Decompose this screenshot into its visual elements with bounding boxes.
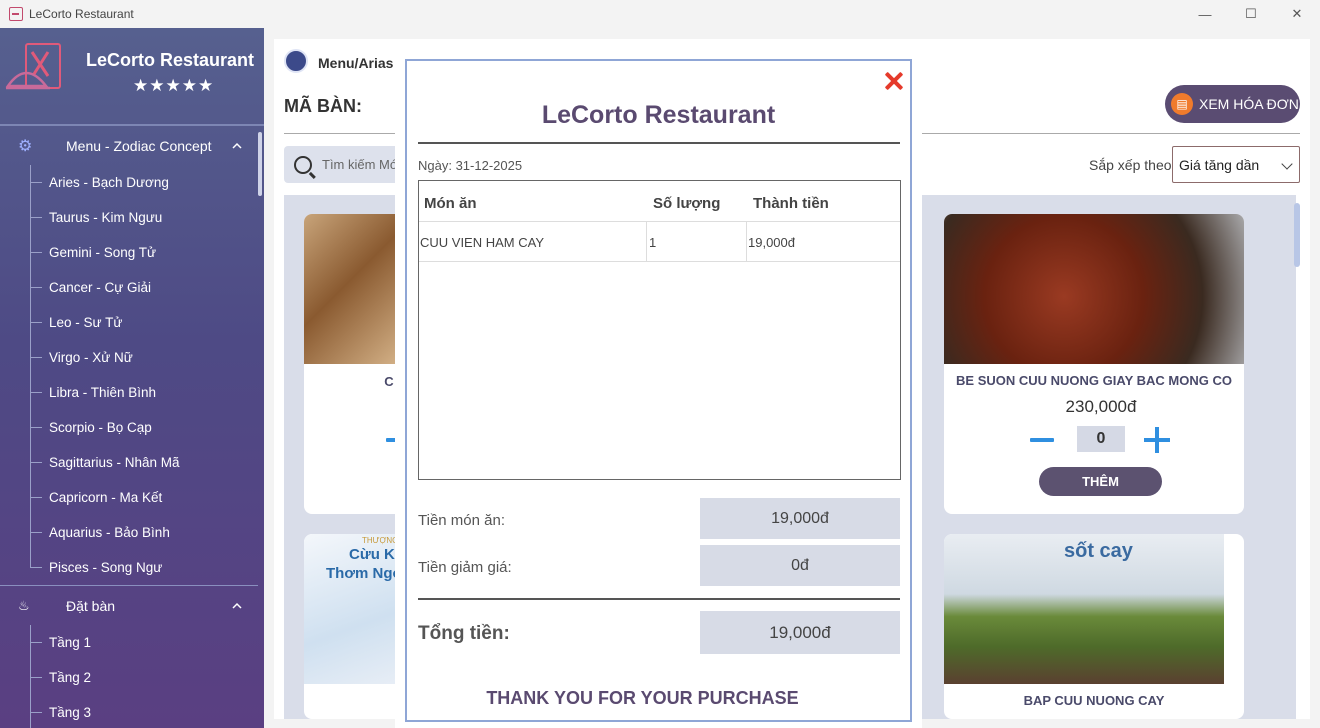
qty-plus-icon[interactable] — [1144, 427, 1170, 453]
lamb-promo-image: THƯỢNG T Cừu Kung Thơm Ngon Ki — [304, 534, 404, 684]
discount-value: 0đ — [700, 545, 900, 586]
add-to-order-button[interactable]: THÊM — [1039, 467, 1162, 496]
window-close-button[interactable]: ✕ — [1274, 0, 1320, 28]
dish-banner-text: sốt cay — [1064, 540, 1133, 562]
brand-header: LeCorto Restaurant ★★★★★ — [0, 28, 264, 126]
column-header-qty: Số lượng — [653, 195, 721, 212]
booking-section-label: Đặt bàn — [66, 598, 116, 614]
brand-name: LeCorto Restaurant — [86, 50, 255, 70]
food-total-value: 19,000đ — [700, 498, 900, 539]
sidebar-item-sagittarius[interactable]: Sagittarius - Nhân Mã — [30, 445, 258, 480]
sidebar-item-libra[interactable]: Libra - Thiên Bình — [30, 375, 258, 410]
sidebar-item-virgo[interactable]: Virgo - Xử Nữ — [30, 340, 258, 375]
aries-zodiac-icon — [284, 49, 308, 73]
qty-value[interactable]: 0 — [1077, 426, 1125, 452]
chevron-up-icon[interactable] — [232, 601, 242, 611]
invoice-title: LeCorto Restaurant — [541, 101, 776, 129]
rating-stars: ★★★★★ — [133, 76, 215, 95]
view-bill-button[interactable]: ▤ XEM HÓA ĐƠN — [1165, 85, 1300, 123]
menu-section-header[interactable]: ⚙ Menu - Zodiac Concept — [0, 128, 258, 164]
section-divider — [0, 585, 258, 586]
sort-label: Sắp xếp theo — [1089, 157, 1172, 173]
sidebar-item-pisces[interactable]: Pisces - Song Ngư — [30, 550, 258, 585]
invoice-dialog: LeCorto Restaurant Ngày: 31-12-2025 Món … — [405, 59, 912, 722]
food-card: BE SUON CUU NUONG GIAY BAC MONG CO 230,0… — [944, 214, 1244, 514]
row-divider — [419, 261, 900, 262]
sidebar-item-leo[interactable]: Leo - Sư Tử — [30, 305, 258, 340]
restaurant-logo-icon — [5, 43, 61, 90]
table-bell-icon: ♨ — [18, 598, 30, 613]
menu-grid-scrollbar[interactable] — [1294, 203, 1300, 267]
column-divider — [746, 221, 747, 261]
view-bill-label: XEM HÓA ĐƠN — [1199, 96, 1299, 112]
column-divider — [646, 221, 647, 261]
food-card: THƯỢNG T Cừu Kung Thơm Ngon Ki — [304, 534, 404, 719]
invoice-divider — [418, 142, 900, 144]
close-icon[interactable] — [883, 70, 905, 92]
row-divider — [419, 221, 900, 222]
sidebar-item-floor-3[interactable]: Tầng 3 — [30, 695, 258, 728]
sidebar-item-scorpio[interactable]: Scorpio - Bọ Cạp — [30, 410, 258, 445]
sidebar-item-cancer[interactable]: Cancer - Cự Giải — [30, 270, 258, 305]
invoice-date: Ngày: 31-12-2025 — [418, 158, 523, 173]
food-price: 230,000đ — [1065, 397, 1137, 416]
qty-minus-icon[interactable] — [1030, 438, 1054, 442]
food-name: BAP CUU NUONG CAY — [1023, 693, 1165, 708]
food-name: C — [384, 374, 394, 389]
chevron-up-icon[interactable] — [232, 141, 242, 151]
sidebar-item-gemini[interactable]: Gemini - Song Tử — [30, 235, 258, 270]
promo-title-line2: Thơm Ngon Ki — [326, 565, 404, 582]
totals-divider — [418, 598, 900, 600]
window-titlebar: LeCorto Restaurant — ☐ ✕ — [0, 0, 1320, 28]
sidebar-item-aries[interactable]: Aries - Bạch Dương — [30, 165, 258, 200]
cell-amount: 19,000đ — [748, 235, 795, 250]
chevron-down-icon — [1281, 158, 1293, 170]
zodiac-gear-icon: ⚙ — [18, 138, 33, 155]
column-header-item: Món ăn — [424, 195, 477, 212]
minimize-button[interactable]: — — [1182, 0, 1228, 28]
search-icon — [294, 155, 312, 174]
booking-section-header[interactable]: ♨ Đặt bàn — [0, 588, 258, 624]
sort-value: Giá tăng dần — [1179, 156, 1260, 173]
invoice-table: Món ăn Số lượng Thành tiền CUU VIEN HAM … — [418, 180, 901, 480]
sidebar-scrollbar[interactable] — [258, 132, 262, 196]
sidebar-item-taurus[interactable]: Taurus - Kim Ngưu — [30, 200, 258, 235]
cell-qty: 1 — [649, 235, 657, 250]
discount-label: Tiền giảm giá: — [418, 559, 512, 576]
cell-item-name: CUU VIEN HAM CAY — [420, 235, 544, 250]
food-card: sốt cay BAP CUU NUONG CAY — [944, 534, 1244, 719]
app-icon — [9, 7, 23, 21]
menu-section-label: Menu - Zodiac Concept — [66, 138, 212, 154]
table-code-label: MÃ BÀN: — [284, 96, 362, 116]
grilled-lamb-ribs-image — [944, 214, 1244, 364]
sidebar: LeCorto Restaurant ★★★★★ ⚙ Menu - Zodiac… — [0, 28, 264, 728]
window-title: LeCorto Restaurant — [29, 7, 134, 21]
grand-total-value: 19,000đ — [700, 611, 900, 654]
clay-pot-dish-image — [304, 214, 404, 364]
grand-total-label: Tổng tiền: — [418, 623, 510, 644]
food-card: C — [304, 214, 404, 514]
sort-select[interactable]: Giá tăng dần — [1172, 146, 1300, 183]
grilled-lamb-shank-image: sốt cay — [944, 534, 1224, 684]
food-name: BE SUON CUU NUONG GIAY BAC MONG CO — [956, 373, 1232, 388]
sidebar-item-floor-2[interactable]: Tầng 2 — [30, 660, 258, 695]
sidebar-item-floor-1[interactable]: Tầng 1 — [30, 625, 258, 660]
food-total-label: Tiền món ăn: — [418, 512, 505, 529]
search-input[interactable]: Tìm kiếm Mó — [322, 157, 397, 172]
thank-you-message: THANK YOU FOR YOUR PURCHASE — [486, 688, 799, 708]
sidebar-item-aquarius[interactable]: Aquarius - Bảo Bình — [30, 515, 258, 550]
maximize-button[interactable]: ☐ — [1228, 0, 1274, 28]
receipt-icon: ▤ — [1171, 93, 1193, 115]
breadcrumb: Menu/Arias — [318, 55, 394, 71]
sidebar-item-capricorn[interactable]: Capricorn - Ma Kết — [30, 480, 258, 515]
column-header-amount: Thành tiền — [753, 195, 829, 212]
